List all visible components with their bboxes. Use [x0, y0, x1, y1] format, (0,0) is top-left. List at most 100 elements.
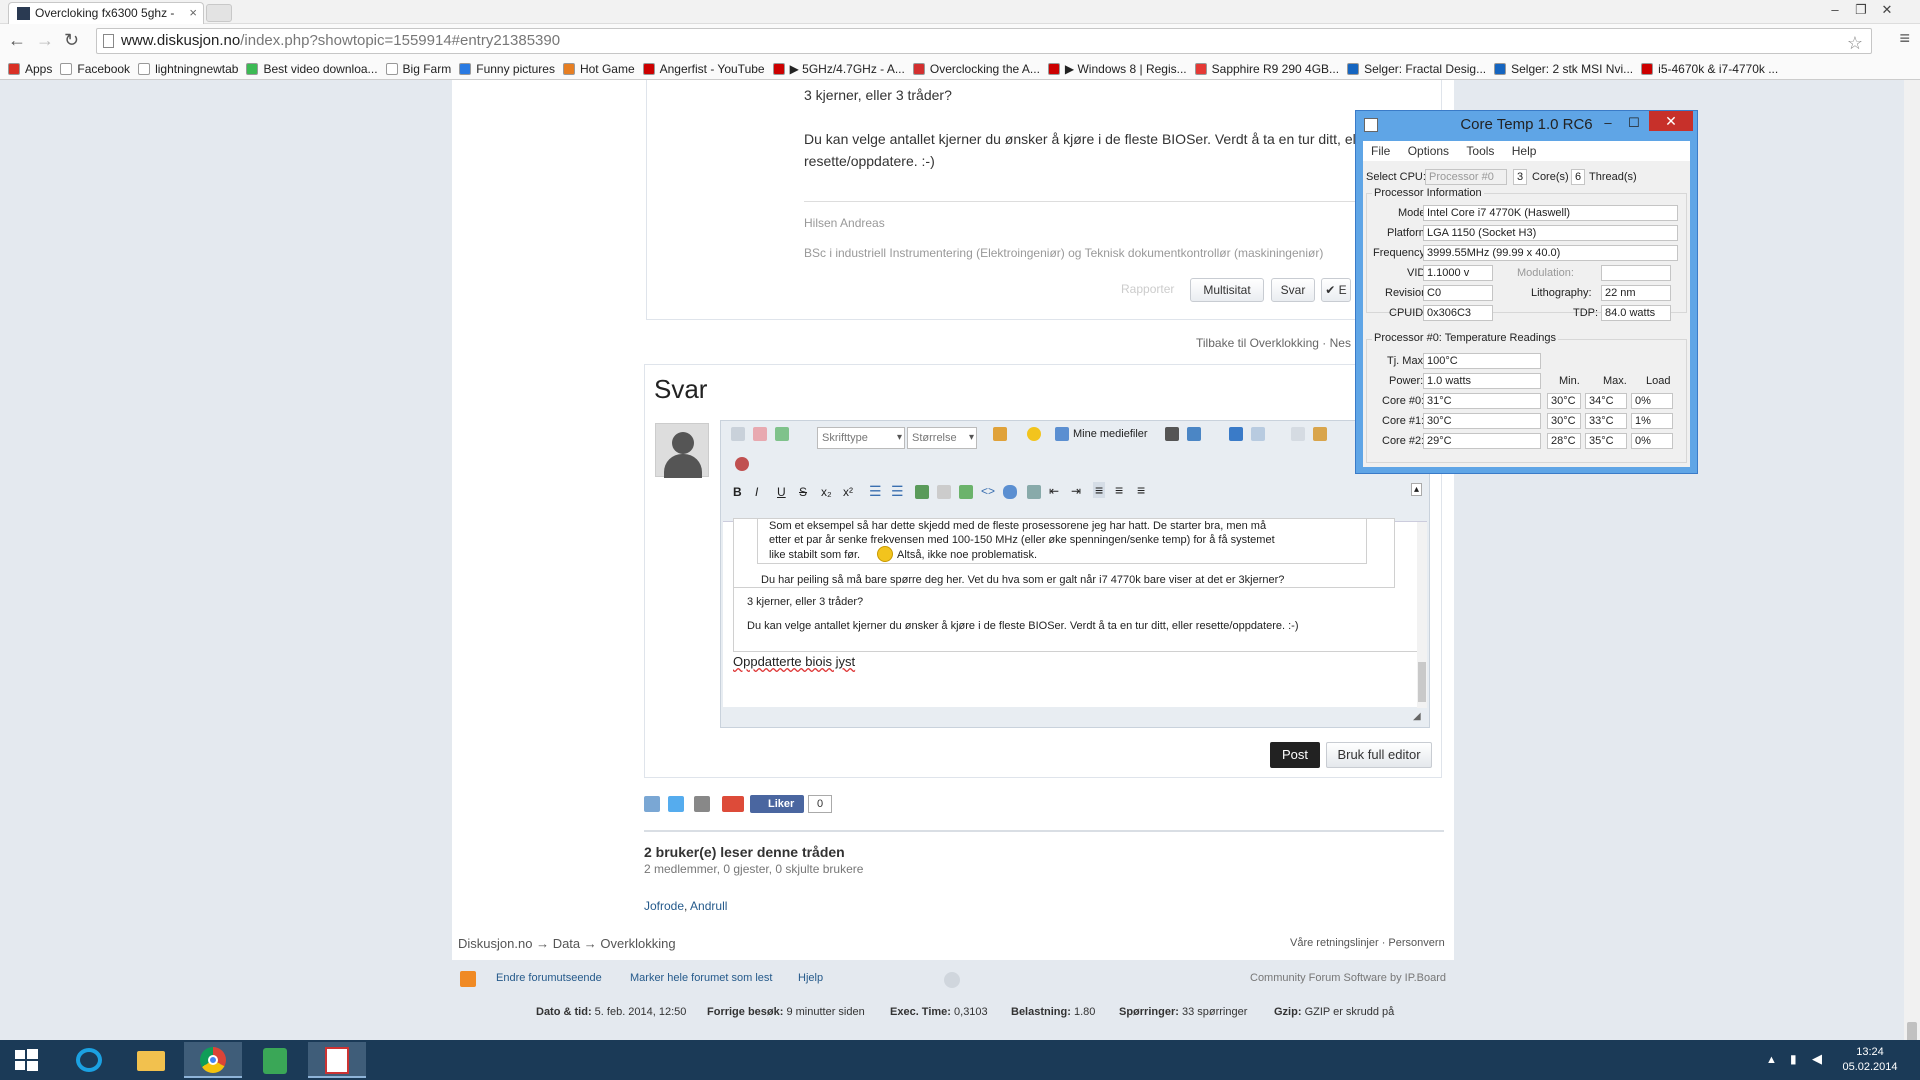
unlink-icon[interactable] [937, 485, 951, 499]
minimize-button[interactable]: – [1822, 0, 1848, 20]
chrome-menu-icon[interactable]: ≡ [1899, 28, 1910, 49]
subscript-icon[interactable]: x₂ [821, 485, 832, 499]
back-link-text[interactable]: Tilbake til Overklokking [1196, 336, 1319, 350]
bookmark-item[interactable]: lightningnewtab [138, 58, 238, 79]
new-tab-button[interactable] [206, 4, 232, 22]
editor-scrollbar[interactable] [1417, 522, 1427, 708]
back-to-forum-link[interactable]: Tilbake til Overklokking · Nes [1196, 336, 1351, 350]
app-taskbar-icon[interactable] [246, 1042, 304, 1078]
outdent-icon[interactable]: ⇤ [1049, 484, 1059, 498]
reply-button[interactable]: Svar [1271, 278, 1315, 302]
paste-icon[interactable] [1313, 427, 1327, 441]
numbered-list-icon[interactable]: ☰ [891, 483, 904, 500]
image-icon[interactable] [959, 485, 973, 499]
align-right-icon[interactable]: ≡ [1137, 482, 1145, 498]
tab-close-icon[interactable]: × [189, 3, 197, 23]
table-icon[interactable] [1165, 427, 1179, 441]
full-editor-button[interactable]: Bruk full editor [1326, 742, 1432, 768]
align-center-icon[interactable]: ≡ [1115, 482, 1123, 498]
scroll-top-icon[interactable] [944, 972, 960, 988]
edit-button[interactable]: ✔ E [1321, 278, 1351, 302]
url-field[interactable]: www.diskusjon.no/index.php?showtopic=155… [96, 28, 1872, 54]
breadcrumb-overclock[interactable]: Overklokking [600, 936, 675, 951]
code-icon[interactable]: <> [981, 484, 995, 498]
footer-credit[interactable]: Community Forum Software by IP.Board [1250, 972, 1446, 984]
ie-taskbar-icon[interactable] [60, 1042, 118, 1078]
translate-icon[interactable] [1187, 427, 1201, 441]
underline-icon[interactable]: U [777, 485, 786, 499]
bookmark-item[interactable]: Best video downloa... [246, 58, 378, 79]
my-media-button[interactable]: Mine mediefiler [1073, 428, 1148, 440]
collapse-toolbar-icon[interactable]: ▴ [1411, 483, 1423, 496]
indent-icon[interactable]: ⇥ [1071, 484, 1081, 498]
emoticon-icon[interactable] [1027, 427, 1041, 441]
remove-format-icon[interactable] [753, 427, 767, 441]
network-icon[interactable]: ▮ [1790, 1052, 1797, 1067]
bookmark-star-icon[interactable]: ☆ [1847, 31, 1863, 55]
superscript-icon[interactable]: x² [843, 485, 853, 499]
chrome-taskbar-icon[interactable] [184, 1042, 242, 1078]
restore-button[interactable]: ❐ [1848, 0, 1874, 20]
menu-help[interactable]: Help [1512, 144, 1537, 158]
spoiler-icon[interactable] [1027, 485, 1041, 499]
report-link[interactable]: Rapporter [1121, 282, 1174, 296]
bullet-list-icon[interactable]: ☰ [869, 483, 882, 500]
insert-icon[interactable] [775, 427, 789, 441]
cpu-select[interactable]: Processor #0 [1425, 169, 1507, 185]
rss-icon[interactable] [460, 971, 476, 987]
next-link-text[interactable]: · Nes [1322, 336, 1351, 350]
facebook-like-button[interactable]: Liker [750, 795, 804, 813]
multiquote-button[interactable]: Multisitat [1190, 278, 1264, 302]
undo-icon[interactable] [1229, 427, 1243, 441]
bookmark-item[interactable]: ▶ 5GHz/4.7GHz - A... [772, 58, 905, 79]
bookmark-item[interactable]: Selger: Fractal Desig... [1347, 58, 1486, 79]
help-link[interactable]: Hjelp [798, 972, 823, 984]
quote-icon[interactable] [1003, 485, 1017, 499]
explorer-taskbar-icon[interactable] [122, 1042, 180, 1078]
twitter-share-icon[interactable] [668, 796, 684, 812]
text-color-icon[interactable] [993, 427, 1007, 441]
print-icon[interactable] [694, 796, 710, 812]
copy-icon[interactable] [1291, 427, 1305, 441]
coretemp-taskbar-icon[interactable] [308, 1042, 366, 1078]
align-left-icon[interactable]: ≡ [1093, 482, 1106, 498]
editor-content-area[interactable]: Som et eksempel så har dette skjedd med … [723, 518, 1427, 708]
link-icon[interactable] [915, 485, 929, 499]
redo-icon[interactable] [1251, 427, 1265, 441]
bookmark-item[interactable]: Hot Game [562, 58, 635, 79]
spellcheck-icon[interactable] [735, 457, 749, 471]
tray-expand-icon[interactable]: ▲ [1766, 1053, 1777, 1068]
bookmark-item[interactable]: Facebook [60, 58, 130, 79]
bookmark-item[interactable]: Angerfist - YouTube [642, 58, 765, 79]
bold-icon[interactable]: B [733, 485, 742, 499]
reload-icon[interactable]: ↻ [64, 30, 79, 51]
footer-policy-links[interactable]: Våre retningslinjer · Personvern [1290, 937, 1445, 949]
menu-options[interactable]: Options [1408, 144, 1449, 158]
close-window-button[interactable]: ✕ [1874, 0, 1900, 20]
bookmark-item[interactable]: Apps [8, 58, 52, 79]
bookmark-item[interactable]: Funny pictures [459, 58, 555, 79]
post-button[interactable]: Post [1270, 742, 1320, 768]
strike-icon[interactable]: S [799, 485, 807, 499]
coretemp-close-button[interactable]: ✕ [1649, 111, 1693, 131]
forward-icon[interactable]: → [36, 30, 54, 51]
start-button[interactable] [0, 1042, 52, 1078]
mark-read-link[interactable]: Marker hele forumet som lest [630, 972, 772, 984]
volume-icon[interactable]: ◀ [1812, 1051, 1822, 1066]
bookmark-item[interactable]: Selger: 2 stk MSI Nvi... [1494, 58, 1633, 79]
browser-tab[interactable]: Overcloking fx6300 5ghz - × [8, 2, 204, 24]
breadcrumb-data[interactable]: Data [553, 936, 580, 951]
page-scrollbar[interactable] [1904, 80, 1920, 1080]
font-size-select[interactable]: Størrelse [907, 427, 977, 449]
bookmark-item[interactable]: Sapphire R9 290 4GB... [1194, 58, 1339, 79]
source-icon[interactable] [731, 427, 745, 441]
email-share-icon[interactable] [644, 796, 660, 812]
clock[interactable]: 13:24 05.02.2014 [1840, 1045, 1900, 1075]
font-family-select[interactable]: Skrifttype [817, 427, 905, 449]
menu-file[interactable]: File [1371, 144, 1390, 158]
user-link[interactable]: Jofrode [644, 899, 684, 913]
googleplus-share-icon[interactable] [722, 796, 744, 812]
back-icon[interactable]: ← [8, 30, 26, 51]
change-look-link[interactable]: Endre forumutseende [496, 972, 602, 984]
bookmark-item[interactable]: Big Farm [385, 58, 451, 79]
